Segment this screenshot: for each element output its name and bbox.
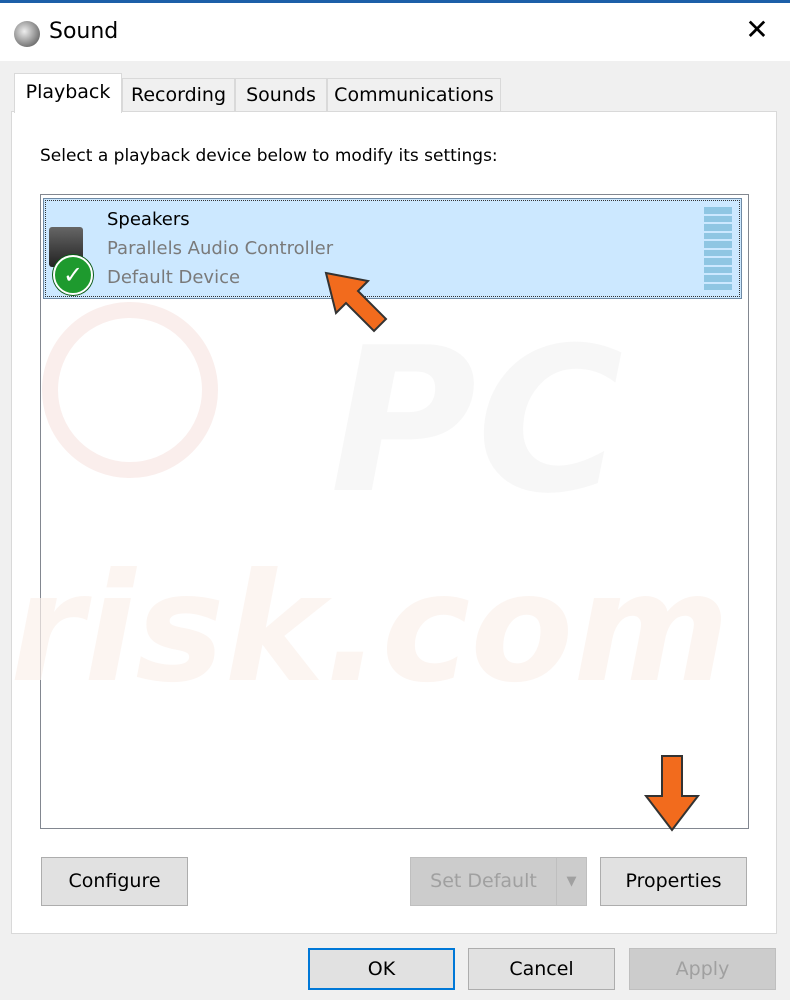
volume-meter [704,207,732,292]
device-controller: Parallels Audio Controller [107,238,334,259]
ok-button[interactable]: OK [308,948,455,990]
window-title: Sound [49,19,119,44]
title-bar: Sound ✕ [0,3,790,61]
cancel-button[interactable]: Cancel [468,948,615,990]
configure-button[interactable]: Configure [41,857,188,906]
tab-recording[interactable]: Recording [122,78,235,112]
annotation-arrow-icon [324,271,388,333]
close-button[interactable]: ✕ [740,13,774,47]
properties-button[interactable]: Properties [600,857,747,906]
instruction-text: Select a playback device below to modify… [40,146,498,166]
apply-button: Apply [629,948,776,990]
set-default-dropdown: ▼ [556,857,587,906]
speaker-icon [14,21,40,47]
tab-sounds[interactable]: Sounds [235,78,327,112]
device-status: Default Device [107,267,241,288]
tab-playback[interactable]: Playback [14,73,122,113]
chevron-down-icon: ▼ [566,874,577,889]
set-default-button: Set Default [410,857,557,906]
device-name: Speakers [107,209,190,230]
device-list[interactable]: ✓ Speakers Parallels Audio Controller De… [40,194,749,829]
default-check-icon: ✓ [53,255,93,295]
annotation-arrow-down-icon [643,755,701,832]
tab-communications[interactable]: Communications [327,78,501,112]
